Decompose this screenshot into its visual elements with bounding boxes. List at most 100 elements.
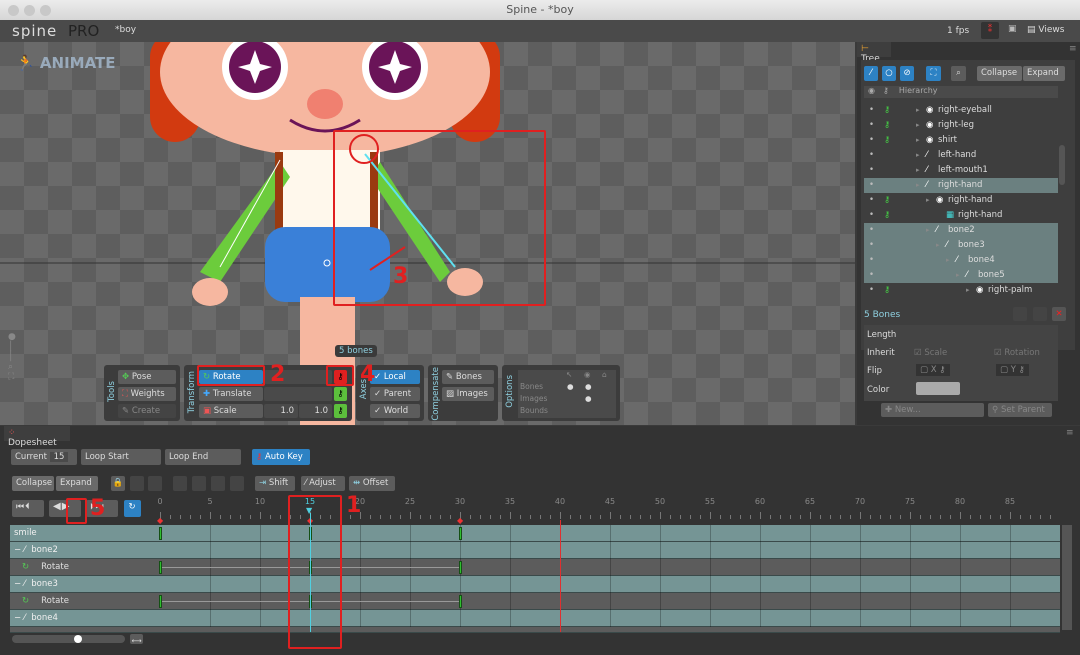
translate-key-icon[interactable]: ⚷ [334,387,347,401]
key-icon[interactable]: ⚷ [884,283,890,298]
expand-arrow-icon[interactable]: ▸ [966,283,970,298]
visibility-dot[interactable]: • [869,208,874,223]
scale-y-field[interactable]: 1.0 [299,404,332,418]
expand-arrow-icon[interactable]: ▸ [916,178,920,193]
timeline-zoom-slider[interactable] [12,635,125,643]
scale-tool-button[interactable]: ▣ Scale [199,404,263,418]
visibility-dot[interactable]: • [869,193,874,208]
first-frame-button[interactable]: ⏮⏴ [12,500,44,517]
dopesheet-menu-icon[interactable]: ≡ [1066,428,1074,438]
close-window-button[interactable] [8,5,19,16]
compensate-images-button[interactable]: ▨ Images [442,387,494,401]
keyframe[interactable] [459,561,462,574]
visibility-dot[interactable]: • [869,118,874,133]
color-swatch[interactable] [916,382,960,395]
weights-tool-button[interactable]: ⛶ Weights [118,387,176,401]
rename-icon[interactable] [1033,307,1047,321]
loop-start-field[interactable]: Loop Start [81,449,161,465]
metrics-icon[interactable]: ⁑ [981,22,999,39]
tree-item[interactable]: • ⚷ ▸ ◉ right-leg [864,118,1058,133]
slots-filter-icon[interactable]: ○ [882,66,896,81]
tree-item[interactable]: • ⚷ ▦ right-hand [864,208,1058,223]
dope-collapse-button[interactable]: Collapse [12,476,54,491]
bones-visible-toggle[interactable]: ● [585,382,592,391]
shift-button[interactable]: ⇥ Shift [255,476,295,491]
key-icon[interactable]: ⚷ [884,133,890,148]
key-icon[interactable]: ⚷ [884,193,890,208]
translate-tool-button[interactable]: ✚ Translate [199,387,263,401]
cut-icon[interactable] [192,476,206,491]
scale-x-field[interactable]: 1.0 [264,404,298,418]
expand-arrow-icon[interactable]: ▸ [916,103,920,118]
tree-item[interactable]: • ⚷ ▸ ◉ shirt [864,133,1058,148]
timeline-row[interactable]: − ⁄ bone3 [10,576,1060,593]
tree-item[interactable]: • ▸ ⁄ bone4 [864,253,1058,268]
visibility-dot[interactable]: • [869,148,874,163]
tree-item[interactable]: • ▸ ⁄ bone5 [864,268,1058,283]
compensate-bones-button[interactable]: ✎ Bones [442,370,494,384]
play-backward-icon[interactable]: ◀ [53,501,62,512]
current-frame-field[interactable]: Current 15 [11,449,77,465]
translate-value[interactable] [264,387,332,401]
dopesheet-scrollbar[interactable] [1062,525,1072,630]
copy-icon[interactable] [173,476,187,491]
tree-item[interactable]: • ▸ ⁄ left-hand [864,148,1058,163]
axes-parent-button[interactable]: ✓ Parent [370,387,420,401]
axes-local-button[interactable]: ✓ Local [370,370,420,384]
keyframe[interactable] [159,527,162,540]
attachments-filter-icon[interactable]: ⊘ [900,66,914,81]
tree-item[interactable]: • ⚷ ▸ ◉ right-hand [864,193,1058,208]
visibility-dot[interactable]: • [869,253,874,268]
visibility-dot[interactable]: • [869,163,874,178]
bones-select-toggle[interactable]: ● [567,382,574,391]
expand-arrow-icon[interactable]: ▸ [936,238,940,253]
dope-expand-button[interactable]: Expand [56,476,98,491]
expand-arrow-icon[interactable]: ▸ [956,268,960,283]
visibility-dot[interactable]: • [869,223,874,238]
expand-arrow-icon[interactable]: ▸ [946,253,950,268]
loop-icon[interactable] [130,476,144,491]
visibility-dot[interactable]: • [869,103,874,118]
expand-arrow-icon[interactable]: ▸ [916,148,920,163]
inherit-scale-checkbox[interactable]: ☑ Scale [914,348,947,358]
bones-filter-icon[interactable]: ⁄ [864,66,878,81]
visibility-dot[interactable]: • [869,238,874,253]
offset-button[interactable]: ⇹ Offset [349,476,395,491]
tree-collapse-button[interactable]: Collapse [977,66,1022,81]
keyframe[interactable] [159,595,162,608]
viewport[interactable]: 🏃 ANIMATE 3 ● │ │ ⌕ ⛶ 5 bones Tools ✥ Pose ⛶… [0,42,855,425]
tree-item[interactable]: • ▸ ⁄ bone3 [864,238,1058,253]
new-button[interactable]: ✚ New... [881,403,984,417]
flip-y-toggle[interactable]: ▢ Y ⚷ [996,364,1029,376]
focus-icon[interactable]: ⛶ [926,66,941,81]
set-parent-button[interactable]: ⚲ Set Parent [988,403,1052,417]
zoom-window-button[interactable] [40,5,51,16]
expand-arrow-icon[interactable]: ▸ [916,133,920,148]
axes-world-button[interactable]: ✓ World [370,404,420,418]
tree-item[interactable]: • ▸ ⁄ bone2 [864,223,1058,238]
scale-key-icon[interactable]: ⚷ [334,404,347,418]
adjust-button[interactable]: ⁄ Adjust [301,476,345,491]
collapse-icon[interactable]: − [14,579,21,589]
expand-arrow-icon[interactable]: ▸ [926,223,930,238]
key-icon[interactable]: ⚷ [884,208,890,223]
images-visible-toggle[interactable]: ● [585,394,592,403]
curve-icon[interactable] [148,476,162,491]
minimize-window-button[interactable] [24,5,35,16]
visibility-dot[interactable]: • [869,268,874,283]
inherit-rotation-checkbox[interactable]: ☑ Rotation [994,348,1040,358]
visibility-dot[interactable]: • [869,178,874,193]
layers-icon[interactable]: ▣ [1008,24,1017,34]
tree-scrollbar[interactable] [1059,145,1065,185]
summary-key-marker[interactable]: ◆ [457,516,463,525]
expand-arrow-icon[interactable]: ▸ [916,118,920,133]
key-icon[interactable]: ⚷ [884,103,890,118]
tree-expand-button[interactable]: Expand [1023,66,1065,81]
timeline-row[interactable]: ↻ Rotate [10,559,1060,576]
timeline-row[interactable]: − ⁄ bone2 [10,542,1060,559]
key-icon[interactable]: ⚷ [884,118,890,133]
keyframe[interactable] [159,561,162,574]
lock-icon[interactable]: 🔒 [111,476,125,491]
delete-icon[interactable]: ✕ [1052,307,1066,321]
zoom-slider-thumb[interactable] [74,635,82,643]
